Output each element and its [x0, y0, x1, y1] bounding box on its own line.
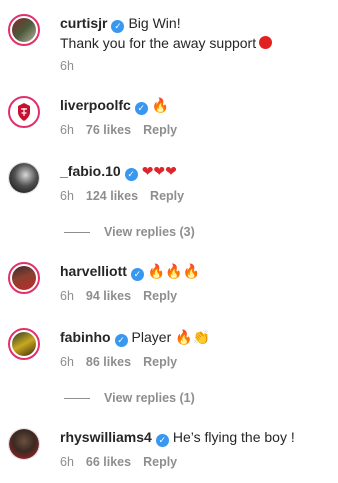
avatar-photo — [12, 18, 36, 42]
red-circle-emoji — [259, 36, 273, 49]
avatar-photo — [12, 332, 36, 356]
likes-count[interactable]: 94 likes — [86, 289, 131, 303]
timestamp: 6h — [60, 123, 74, 137]
comment-text: Big Win! — [128, 15, 181, 31]
avatar[interactable] — [8, 428, 40, 460]
likes-count[interactable]: 124 likes — [86, 189, 138, 203]
timestamp: 6h — [60, 189, 74, 203]
reply-button[interactable]: Reply — [143, 455, 177, 469]
view-replies-label: View replies (3) — [104, 225, 195, 239]
reply-button[interactable]: Reply — [143, 355, 177, 369]
timestamp: 6h — [60, 355, 74, 369]
timestamp: 6h — [60, 289, 74, 303]
timestamp: 6h — [60, 455, 74, 469]
username[interactable]: _fabio.10 — [60, 163, 121, 179]
reply-button[interactable]: Reply — [143, 289, 177, 303]
avatar[interactable] — [8, 162, 40, 194]
heart-emojis: ❤❤❤ — [141, 164, 177, 180]
fire-emoji: 🔥 — [151, 98, 170, 114]
avatar-photo — [9, 163, 39, 193]
avatar-photo — [12, 266, 36, 290]
verified-badge-icon: ✓ — [114, 334, 128, 347]
reply-button[interactable]: Reply — [150, 189, 184, 203]
verified-badge-icon: ✓ — [155, 434, 169, 447]
divider-line — [64, 398, 90, 400]
comment-text-line2: Thank you for the away support — [60, 35, 257, 51]
username[interactable]: harvelliott — [60, 263, 127, 279]
verified-badge-icon: ✓ — [111, 20, 125, 33]
view-replies-button[interactable]: View replies (1) — [64, 390, 195, 406]
reply-button[interactable]: Reply — [143, 123, 177, 137]
username[interactable]: liverpoolfc — [60, 97, 131, 113]
avatar[interactable] — [8, 14, 40, 46]
verified-badge-icon: ✓ — [124, 168, 138, 181]
comment-text: He’s flying the boy ! — [172, 429, 295, 445]
verified-badge-icon: ✓ — [134, 102, 148, 115]
username[interactable]: curtisjr — [60, 15, 107, 31]
avatar[interactable] — [8, 262, 40, 294]
avatar[interactable] — [8, 328, 40, 360]
liverpool-crest-icon — [12, 100, 36, 124]
likes-count[interactable]: 76 likes — [86, 123, 131, 137]
avatar-photo — [9, 429, 39, 459]
username[interactable]: rhyswilliams4 — [60, 429, 152, 445]
timestamp: 6h — [60, 59, 74, 73]
comment-text: Player — [131, 329, 172, 345]
view-replies-label: View replies (1) — [104, 391, 195, 405]
divider-line — [64, 232, 90, 234]
likes-count[interactable]: 66 likes — [86, 455, 131, 469]
view-replies-button[interactable]: View replies (3) — [64, 224, 195, 240]
fire-emojis: 🔥🔥🔥 — [147, 264, 201, 280]
likes-count[interactable]: 86 likes — [86, 355, 131, 369]
avatar[interactable] — [8, 96, 40, 128]
verified-badge-icon: ✓ — [130, 268, 144, 281]
username[interactable]: fabinho — [60, 329, 111, 345]
fire-clap-emojis: 🔥👏 — [175, 330, 210, 346]
